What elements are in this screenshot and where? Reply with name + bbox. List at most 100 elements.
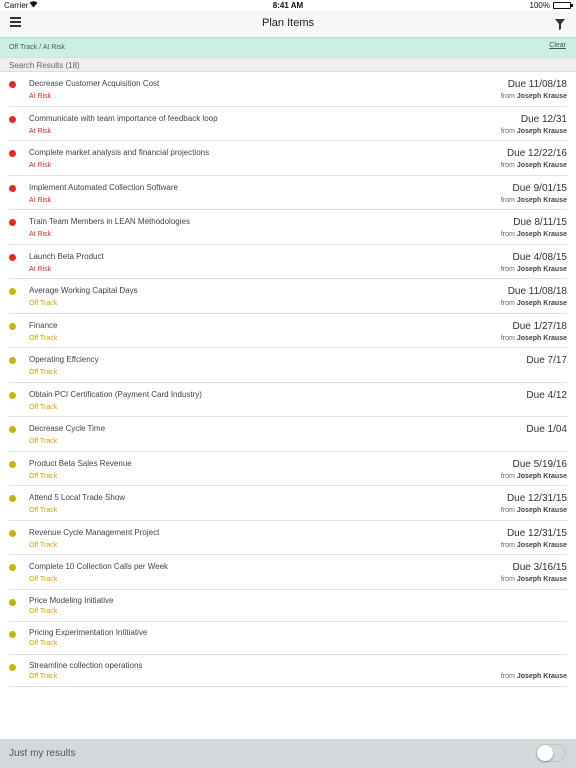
plan-item-row[interactable]: Complete market analysis and financial p… — [0, 141, 576, 176]
plan-item-row[interactable]: Communicate with team importance of feed… — [0, 107, 576, 142]
navigation-bar: Plan Items — [0, 11, 576, 37]
plan-item-name: Operating Effciency — [29, 355, 99, 364]
plan-item-owner: from Joseph Krause — [501, 576, 567, 583]
plan-item-owner: from Joseph Krause — [501, 93, 567, 100]
plan-item-owner: from Joseph Krause — [501, 162, 567, 169]
plan-item-status: At Risk — [29, 231, 52, 238]
at-risk-status-dot — [9, 81, 16, 88]
plan-item-status: Off Track — [29, 640, 58, 647]
plan-item-row[interactable]: Streamline collection operations Off Trac… — [0, 655, 576, 688]
clear-filter-button[interactable]: Clear — [549, 42, 566, 49]
plan-item-status: Off Track — [29, 541, 58, 549]
plan-item-row[interactable]: Decrease Cycle Time Off Track Due 1/04 — [0, 417, 576, 452]
plan-item-name: Decrease Cycle Time — [29, 424, 106, 433]
plan-item-status: Off Track — [29, 472, 58, 480]
plan-item-row[interactable]: Attend 5 Local Trade Show Off Track Due 12… — [0, 486, 576, 521]
owner-name: Joseph Krause — [516, 265, 567, 273]
plan-item-due-date: Due 11/08/18 — [507, 79, 567, 90]
plan-item-status: At Risk — [29, 162, 52, 169]
owner-name: Joseph Krause — [516, 93, 567, 100]
plan-item-name: Launch Beta Product — [29, 251, 104, 261]
plan-item-row[interactable]: Obtain PCI Certification (Payment Card I… — [0, 383, 576, 418]
plan-item-row[interactable]: Complete 10 Collection Calls per Week Off… — [0, 555, 576, 590]
results-count-label: Search Results (18) — [9, 61, 80, 70]
plan-item-due-date: Due 12/31 — [520, 113, 567, 125]
owner-prefix: from — [500, 265, 515, 273]
plan-item-row[interactable]: Product Beta Sales Revenue Off Track Due 5… — [0, 452, 576, 487]
off-track-status-dot — [9, 288, 16, 295]
plan-item-status: At Risk — [29, 196, 52, 204]
plan-item-row[interactable]: Operating Effciency Off Track Due 7/17 — [0, 348, 576, 383]
off-track-status-dot — [9, 663, 16, 671]
plan-item-due-date: Due 1/27/18 — [512, 320, 568, 332]
plan-item-name: Revenue Cycle Management Project — [29, 527, 160, 537]
off-track-status-dot — [9, 357, 16, 364]
owner-name: Joseph Krause — [516, 472, 567, 480]
active-filter-bar: Off Track / At Risk Clear — [0, 37, 576, 57]
plan-item-row[interactable]: Finance Off Track Due 1/27/18 from Joseph K… — [0, 314, 576, 349]
plan-item-name: Complete 10 Collection Calls per Week — [29, 562, 169, 571]
page-title: Plan Items — [262, 17, 314, 29]
plan-item-name: Complete market analysis and financial p… — [29, 148, 210, 157]
plan-item-status: Off Track — [29, 438, 58, 445]
plan-item-row[interactable]: Revenue Cycle Management Project Off Trac… — [0, 521, 576, 556]
plan-item-row[interactable]: Pricing Experimentation Intitiative Off T… — [0, 622, 576, 655]
plan-item-owner: from Joseph Krause — [501, 473, 567, 480]
active-filter-label: Off Track / At Risk — [9, 44, 65, 51]
owner-prefix: from — [500, 472, 515, 480]
owner-name: Joseph Krause — [516, 672, 567, 680]
off-track-status-dot — [9, 495, 16, 502]
status-bar: Carrier 8:41 AM 100% — [0, 0, 576, 11]
plan-item-name: Finance — [29, 320, 58, 330]
plan-item-row[interactable]: Price Modeling Initiative Off Track — [0, 590, 576, 623]
plan-item-owner: from Joseph Krause — [501, 128, 567, 135]
battery-icon — [553, 2, 573, 9]
plan-item-name: Streamline collection operations — [29, 660, 143, 670]
plan-items-list: Decrease Customer Acquisition Cost At Ris… — [0, 72, 576, 687]
plan-item-name: Obtain PCI Certification (Payment Card I… — [29, 389, 202, 399]
plan-item-status: Off Track — [29, 403, 58, 411]
owner-prefix: from — [500, 300, 515, 307]
filter-icon[interactable] — [555, 17, 565, 30]
plan-item-name: Communicate with team importance of feed… — [29, 113, 218, 123]
owner-name: Joseph Krause — [516, 162, 567, 169]
plan-item-name: Implement Automated Collection Software — [29, 182, 178, 192]
plan-item-row[interactable]: Launch Beta Product At Risk Due 4/08/15 fro… — [0, 245, 576, 280]
plan-item-name: Average Working Capital Days — [29, 286, 138, 295]
plan-item-due-date: Due 4/12 — [526, 389, 567, 401]
plan-item-name: Train Team Members in LEAN Methodologies — [29, 217, 190, 226]
owner-prefix: from — [500, 672, 515, 680]
footer-bar: Just my results — [0, 739, 576, 768]
owner-name: Joseph Krause — [516, 334, 567, 342]
plan-item-row[interactable]: Decrease Customer Acquisition Cost At Ris… — [0, 72, 576, 107]
plan-item-name: Pricing Experimentation Intitiative — [29, 628, 148, 637]
plan-item-status: At Risk — [29, 265, 52, 273]
plan-item-due-date: Due 5/19/16 — [512, 458, 568, 470]
owner-prefix: from — [500, 507, 515, 514]
at-risk-status-dot — [9, 253, 16, 261]
owner-name: Joseph Krause — [516, 127, 567, 135]
plan-item-row[interactable]: Implement Automated Collection Software A… — [0, 176, 576, 211]
plan-item-owner: from Joseph Krause — [501, 300, 567, 307]
plan-item-owner: from Joseph Krause — [501, 266, 567, 273]
plan-item-due-date: Due 8/11/15 — [513, 217, 567, 228]
just-my-results-toggle[interactable] — [536, 744, 566, 762]
owner-name: Joseph Krause — [516, 507, 567, 514]
plan-item-name: Product Beta Sales Revenue — [29, 458, 132, 468]
owner-prefix: from — [500, 541, 515, 549]
plan-item-due-date: Due 12/22/16 — [506, 148, 567, 159]
plan-item-row[interactable]: Average Working Capital Days Off Track Due… — [0, 279, 576, 314]
plan-item-owner: from Joseph Krause — [501, 673, 567, 680]
at-risk-status-dot — [9, 184, 16, 192]
owner-prefix: from — [500, 231, 515, 238]
at-risk-status-dot — [9, 115, 16, 123]
clock: 8:41 AM — [272, 1, 304, 10]
plan-item-due-date: Due 7/17 — [526, 355, 567, 366]
plan-item-row[interactable]: Train Team Members in LEAN Methodologies… — [0, 210, 576, 245]
plan-item-owner: from Joseph Krause — [501, 335, 567, 342]
owner-name: Joseph Krause — [516, 576, 567, 583]
off-track-status-dot — [9, 391, 16, 399]
plan-item-status: At Risk — [29, 127, 52, 135]
off-track-status-dot — [9, 426, 16, 433]
plan-item-status: Off Track — [29, 369, 58, 376]
